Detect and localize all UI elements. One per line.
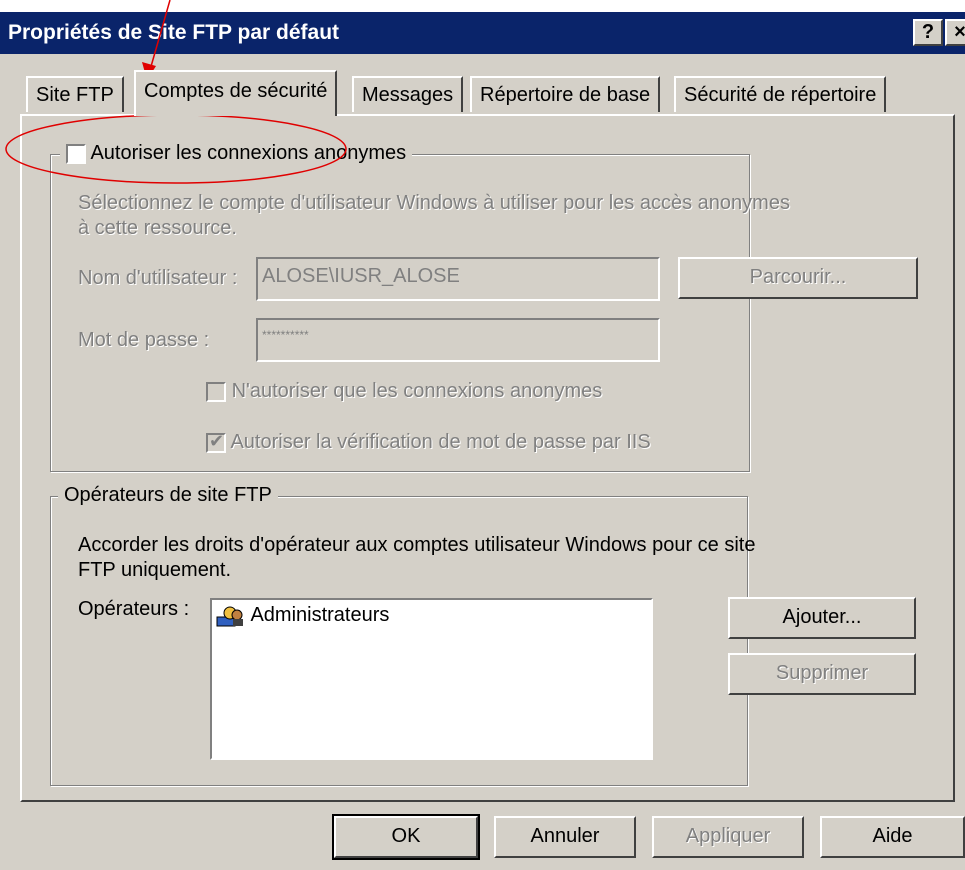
remove-operator-button[interactable]: Supprimer (728, 653, 916, 695)
tab-securite-de-repertoire[interactable]: Sécurité de répertoire (674, 76, 887, 112)
iis-password-checkbox[interactable]: ✔ (206, 430, 226, 453)
iis-password-label: Autoriser la vérification de mot de pass… (230, 431, 651, 453)
only-anonymous-row[interactable]: N'autoriser que les connexions anonymes (206, 380, 602, 403)
operators-listbox[interactable]: Administrateurs (210, 598, 653, 760)
password-label: Mot de passe : (78, 329, 210, 351)
window-title: Propriétés de Site FTP par défaut (8, 21, 340, 44)
anonymous-description-line2: à cette ressource. (78, 217, 237, 239)
anonymous-checkbox-label[interactable]: Autoriser les connexions anonymes (90, 142, 406, 164)
operators-description-line1: Accorder les droits d'opérateur aux comp… (78, 534, 756, 556)
apply-button[interactable]: Appliquer (652, 816, 804, 858)
operators-legend: Opérateurs de site FTP (58, 484, 278, 507)
password-field[interactable]: ********** (256, 318, 660, 362)
tab-repertoire-de-base[interactable]: Répertoire de base (470, 76, 661, 112)
anonymous-description-line1: Sélectionnez le compte d'utilisateur Win… (78, 192, 790, 214)
help-button[interactable]: Aide (820, 816, 965, 858)
browse-button[interactable]: Parcourir... (678, 257, 918, 299)
anonymous-checkbox[interactable] (66, 143, 86, 164)
only-anonymous-checkbox[interactable] (206, 381, 226, 402)
operator-name: Administrateurs (250, 604, 390, 626)
properties-dialog: Propriétés de Site FTP par défaut ? × Si… (0, 12, 965, 870)
close-button[interactable]: × (945, 19, 965, 46)
ok-button[interactable]: OK (332, 814, 480, 860)
username-field[interactable]: ALOSE\IUSR_ALOSE (256, 257, 660, 301)
anonymous-legend: Autoriser les connexions anonymes (60, 142, 413, 165)
user-group-icon (216, 606, 243, 627)
title-bar[interactable]: Propriétés de Site FTP par défaut ? × (0, 12, 965, 54)
username-label: Nom d'utilisateur : (78, 267, 238, 289)
operators-description-line2: FTP uniquement. (78, 559, 232, 581)
tab-messages[interactable]: Messages (352, 76, 464, 112)
tab-comptes-de-securite[interactable]: Comptes de sécurité (134, 70, 338, 116)
cancel-button[interactable]: Annuler (494, 816, 636, 858)
only-anonymous-label: N'autoriser que les connexions anonymes (231, 380, 603, 402)
add-operator-button[interactable]: Ajouter... (728, 597, 916, 639)
help-title-button[interactable]: ? (913, 19, 943, 46)
operators-list-label: Opérateurs : (78, 598, 190, 620)
iis-password-row[interactable]: ✔ Autoriser la vérification de mot de pa… (206, 431, 651, 454)
list-item[interactable]: Administrateurs (216, 604, 389, 627)
checkmark-icon: ✔ (209, 430, 225, 451)
tab-site-ftp[interactable]: Site FTP (26, 76, 124, 112)
